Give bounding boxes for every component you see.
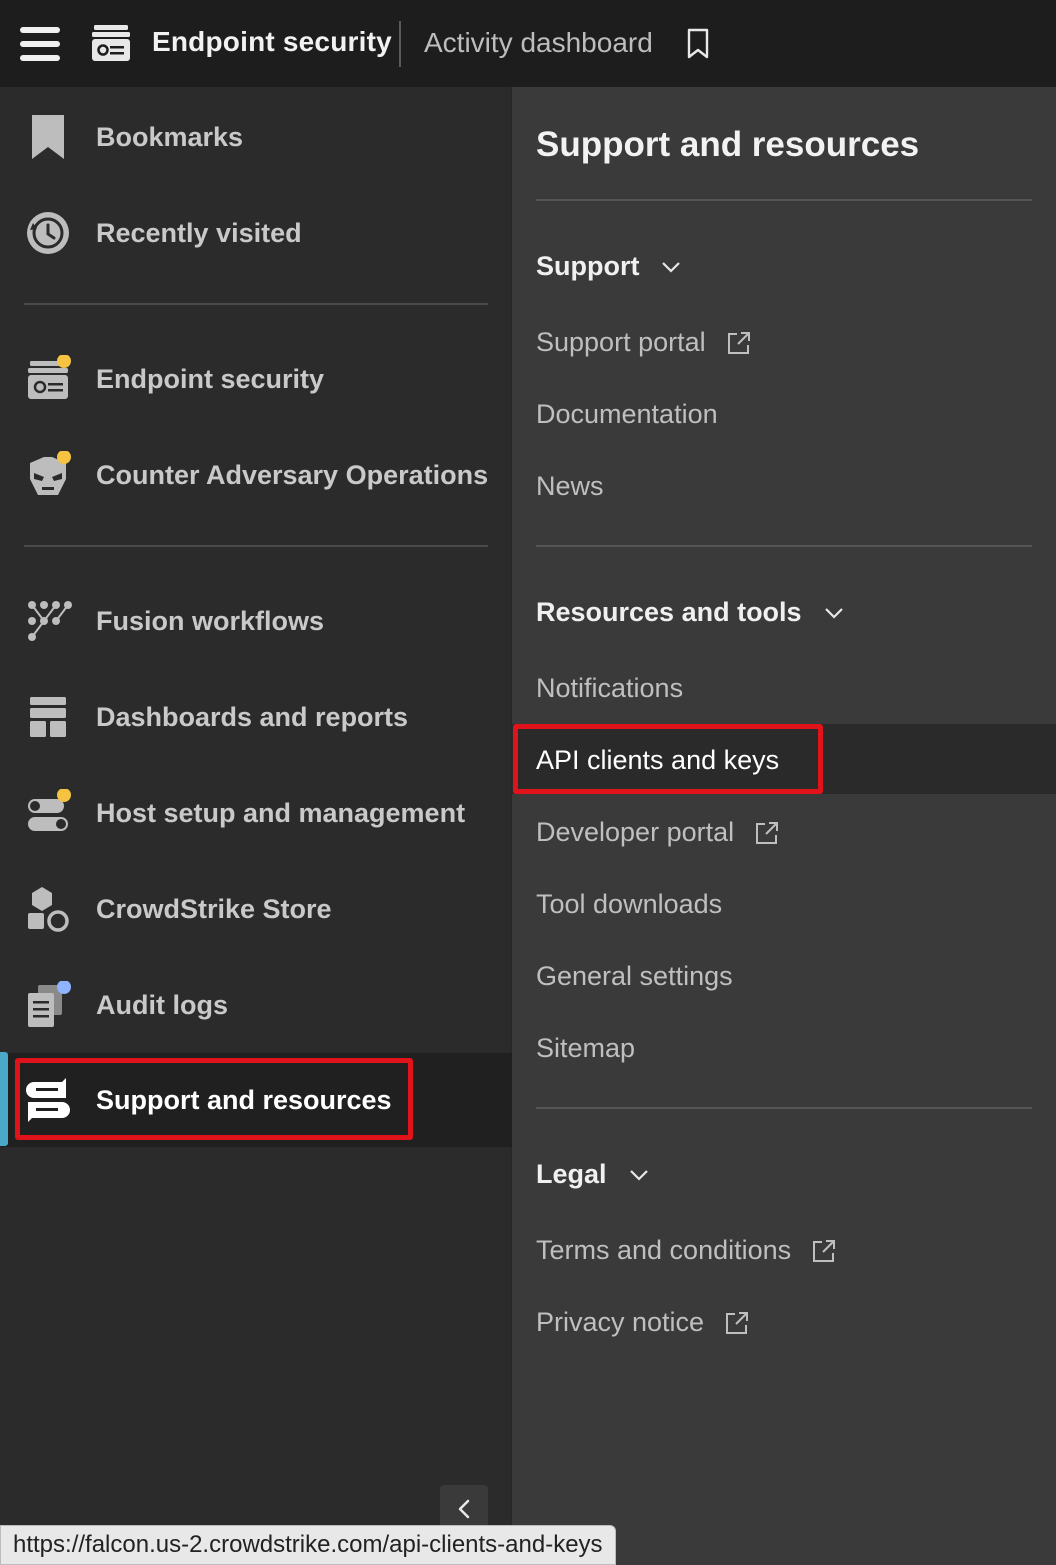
section-support-toggle[interactable]: Support — [536, 251, 681, 282]
link-label: News — [536, 471, 604, 501]
sidebar-item-label: Dashboards and reports — [96, 701, 409, 732]
endpoint-security-icon — [28, 355, 71, 399]
page-title: Activity dashboard — [424, 27, 653, 58]
audit-logs-icon — [28, 981, 71, 1027]
sidebar-divider — [24, 303, 488, 305]
link-api-clients-and-keys[interactable]: API clients and keys — [536, 745, 779, 776]
section-heading: Legal — [536, 1159, 607, 1189]
link-label: Sitemap — [536, 1033, 636, 1063]
link-label: API clients and keys — [536, 745, 780, 775]
link-terms-and-conditions[interactable]: Terms and conditions — [536, 1235, 837, 1266]
sidebar: Bookmarks Recently visited Endpoint secu… — [0, 87, 512, 1565]
topbar-divider — [399, 21, 401, 67]
chevron-down-icon — [662, 261, 681, 273]
active-indicator — [0, 1052, 8, 1146]
sidebar-item-label: Endpoint security — [96, 363, 325, 394]
sidebar-item-label: Recently visited — [96, 217, 302, 248]
link-general-settings[interactable]: General settings — [536, 961, 733, 992]
sidebar-item-fusion-workflows[interactable]: Fusion workflows — [0, 573, 512, 669]
endpoint-security-icon — [92, 25, 130, 61]
panel-divider — [536, 199, 1032, 201]
section-heading: Resources and tools — [536, 597, 802, 627]
sidebar-item-label: Support and resources — [96, 1084, 392, 1115]
link-label: Developer portal — [536, 817, 735, 847]
link-label: Tool downloads — [536, 889, 723, 919]
top-bar: Endpoint security Activity dashboard — [0, 0, 1056, 87]
sidebar-item-counter-adversary-operations[interactable]: Counter Adversary Operations — [0, 427, 512, 523]
notification-badge — [57, 355, 71, 368]
sidebar-item-dashboards-and-reports[interactable]: Dashboards and reports — [0, 669, 512, 765]
sidebar-item-label: Bookmarks — [96, 121, 244, 152]
link-documentation[interactable]: Documentation — [536, 399, 718, 430]
sidebar-item-bookmarks[interactable]: Bookmarks — [0, 89, 512, 185]
store-icon — [28, 887, 69, 932]
hamburger-menu-icon[interactable] — [20, 27, 60, 61]
sidebar-item-label: Counter Adversary Operations — [96, 459, 489, 490]
link-news[interactable]: News — [536, 471, 604, 502]
sidebar-item-endpoint-security[interactable]: Endpoint security — [0, 331, 512, 427]
sidebar-item-label: Host setup and management — [96, 797, 466, 828]
link-support-portal[interactable]: Support portal — [536, 327, 752, 358]
section-resources-toggle[interactable]: Resources and tools — [536, 597, 844, 628]
chevron-down-icon — [824, 607, 843, 619]
sidebar-item-recently-visited[interactable]: Recently visited — [0, 185, 512, 281]
bookmark-icon — [32, 115, 64, 159]
sidebar-item-support-and-resources[interactable]: Support and resources — [0, 1053, 512, 1147]
section-heading: Support — [536, 251, 640, 281]
link-label: Terms and conditions — [536, 1235, 792, 1265]
sidebar-item-audit-logs[interactable]: Audit logs — [0, 957, 512, 1053]
link-notifications[interactable]: Notifications — [536, 673, 683, 704]
history-icon — [27, 212, 69, 254]
link-label: Privacy notice — [536, 1307, 705, 1337]
app-title[interactable]: Endpoint security — [152, 26, 392, 58]
external-link-icon — [813, 1239, 836, 1262]
sidebar-item-crowdstrike-store[interactable]: CrowdStrike Store — [0, 861, 512, 957]
toggles-icon — [28, 789, 71, 831]
chevron-down-icon — [629, 1169, 648, 1181]
bookmark-page-icon[interactable] — [686, 28, 710, 60]
link-sitemap[interactable]: Sitemap — [536, 1033, 635, 1064]
flyout-panel: Support and resources Support Support po… — [512, 87, 1056, 1565]
adversary-mask-icon — [30, 451, 71, 495]
sidebar-item-label: CrowdStrike Store — [96, 893, 332, 924]
external-link-icon — [756, 821, 779, 844]
panel-divider — [536, 545, 1032, 547]
status-bar-url: https://falcon.us-2.crowdstrike.com/api-… — [0, 1525, 616, 1565]
dashboard-icon — [30, 697, 66, 737]
sidebar-item-label: Audit logs — [96, 989, 228, 1020]
sidebar-item-host-setup-and-management[interactable]: Host setup and management — [0, 765, 512, 861]
link-label: Documentation — [536, 399, 718, 429]
external-link-icon — [726, 1311, 749, 1334]
link-label: General settings — [536, 961, 733, 991]
link-label: Notifications — [536, 673, 684, 703]
external-link-icon — [727, 331, 750, 354]
link-label: Support portal — [536, 327, 706, 357]
sidebar-item-label: Fusion workflows — [96, 605, 325, 636]
link-tool-downloads[interactable]: Tool downloads — [536, 889, 722, 920]
link-developer-portal[interactable]: Developer portal — [536, 817, 780, 848]
panel-divider — [536, 1107, 1032, 1109]
sidebar-divider — [24, 545, 488, 547]
workflow-icon — [28, 601, 72, 641]
panel-title: Support and resources — [536, 125, 920, 164]
section-legal-toggle[interactable]: Legal — [536, 1159, 649, 1190]
link-privacy-notice[interactable]: Privacy notice — [536, 1307, 750, 1338]
support-icon — [26, 1078, 70, 1122]
